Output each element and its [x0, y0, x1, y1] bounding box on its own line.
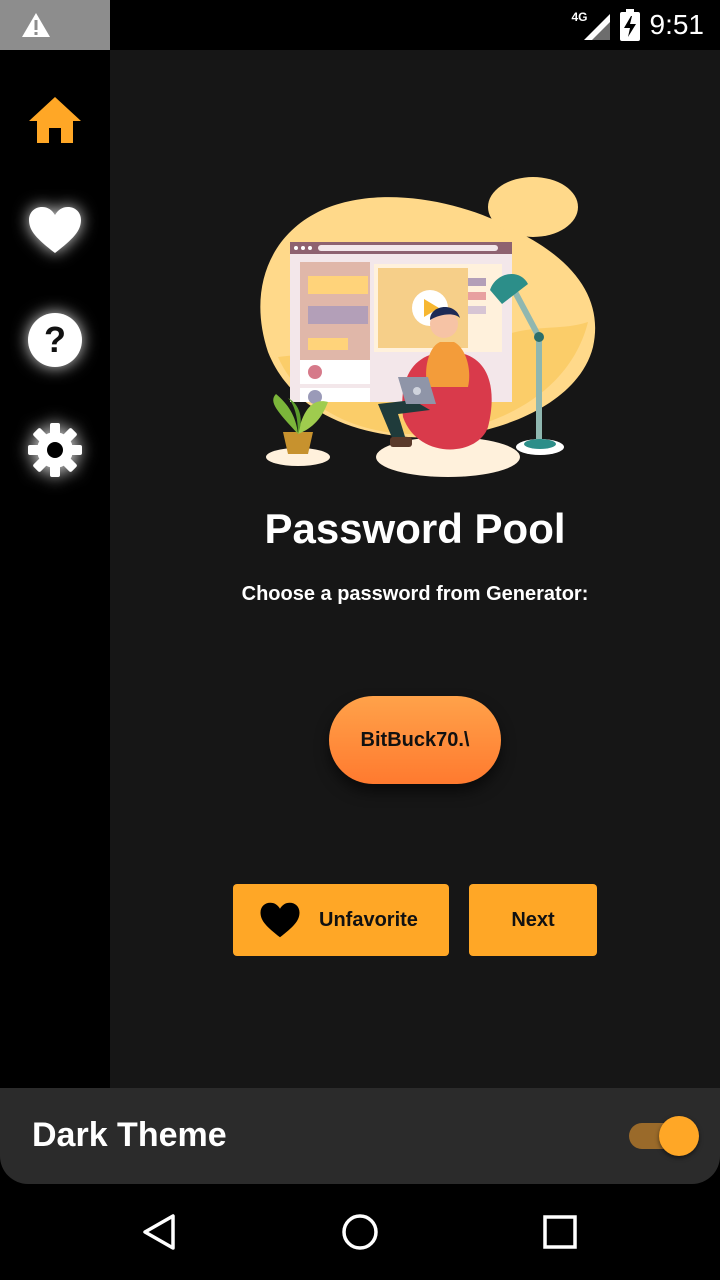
back-button[interactable] [138, 1210, 182, 1254]
status-icons: 4G 9:51 [572, 0, 705, 50]
warning-triangle-icon [22, 13, 50, 37]
page-title: Password Pool [264, 505, 566, 552]
next-label: Next [511, 908, 555, 931]
heart-icon [29, 207, 81, 253]
gear-icon [28, 423, 82, 477]
app-screen: 4G 9:51 ? Password Pool Choose a passwor… [0, 0, 720, 1280]
svg-text:?: ? [44, 319, 66, 360]
nav-settings[interactable] [15, 410, 95, 490]
warning-notification [0, 0, 110, 50]
person-at-laptop-illustration [260, 177, 596, 477]
next-button[interactable]: Next [469, 884, 597, 956]
unfavorite-label: Unfavorite [319, 908, 418, 931]
help-icon: ? [28, 313, 82, 367]
recents-button[interactable] [538, 1210, 582, 1254]
home-icon [29, 97, 81, 143]
network-indicator: 4G [572, 10, 610, 40]
subtitle: Choose a password from Generator: [241, 583, 589, 605]
main-content: Password Pool Choose a password from Gen… [110, 50, 720, 1088]
generated-password-button[interactable]: BitBuck70.\ [329, 696, 501, 784]
clock: 9:51 [649, 9, 705, 40]
nav-help[interactable]: ? [15, 300, 95, 380]
side-nav: ? [0, 50, 110, 1088]
home-circle-icon [342, 1214, 378, 1250]
nav-favorites[interactable] [15, 190, 95, 270]
status-bar: 4G 9:51 [0, 0, 720, 50]
battery-charging-icon [619, 9, 640, 41]
back-triangle-icon [143, 1214, 175, 1250]
theme-bar: Dark Theme [0, 1088, 720, 1184]
unfavorite-button[interactable]: Unfavorite [233, 884, 449, 956]
dark-theme-label: Dark Theme [32, 1116, 227, 1154]
home-button[interactable] [338, 1210, 382, 1254]
recents-square-icon [543, 1215, 577, 1249]
toggle-thumb [659, 1116, 699, 1156]
dark-theme-toggle[interactable] [627, 1115, 701, 1157]
nav-home[interactable] [15, 80, 95, 160]
generated-password-text: BitBuck70.\ [360, 728, 470, 751]
signal-icon [583, 14, 610, 40]
heart-icon [260, 902, 300, 938]
system-nav-bar [0, 1184, 720, 1280]
